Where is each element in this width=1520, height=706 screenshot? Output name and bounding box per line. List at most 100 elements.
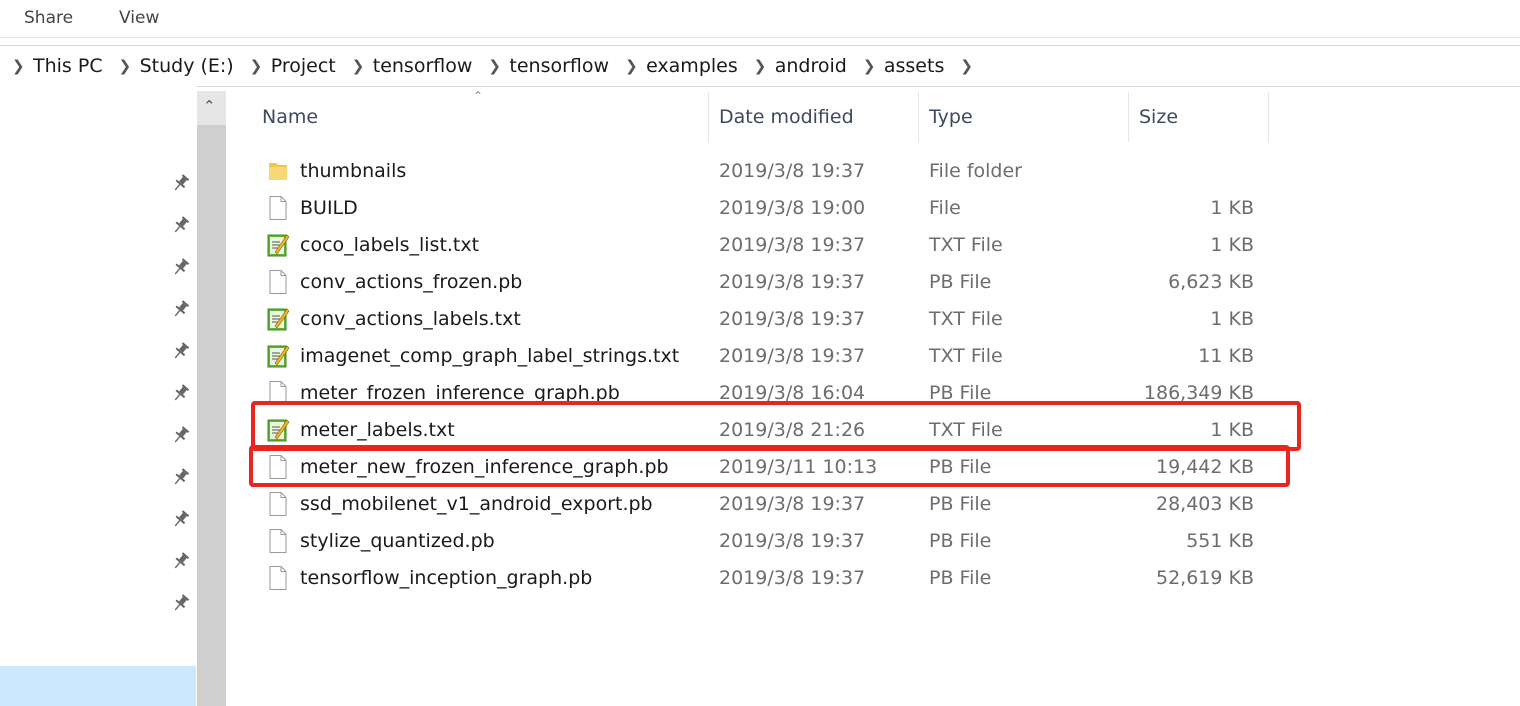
file-icon <box>266 528 290 554</box>
file-size: 1 KB <box>1210 234 1254 256</box>
chevron-right-icon[interactable]: ❯ <box>250 57 263 75</box>
file-type: PB File <box>929 530 992 552</box>
pin-icon[interactable] <box>171 299 191 319</box>
file-name: stylize_quantized.pb <box>300 530 495 552</box>
column-divider[interactable] <box>1268 92 1269 142</box>
column-divider[interactable] <box>918 92 919 142</box>
file-icon <box>266 491 290 517</box>
nav-scrollbar[interactable] <box>197 91 226 706</box>
file-row[interactable]: conv_actions_frozen.pb 2019/3/8 19:37 PB F… <box>260 264 1270 301</box>
file-date-modified: 2019/3/8 19:37 <box>719 345 866 367</box>
file-date-modified: 2019/3/8 19:37 <box>719 493 866 515</box>
file-name: coco_labels_list.txt <box>300 234 480 256</box>
file-date-modified: 2019/3/8 19:37 <box>719 308 866 330</box>
file-date-modified: 2019/3/8 19:37 <box>719 271 866 293</box>
pin-icon[interactable] <box>171 341 191 361</box>
file-name: BUILD <box>300 197 358 219</box>
file-icon <box>266 195 290 221</box>
file-date-modified: 2019/3/8 19:00 <box>719 197 866 219</box>
breadcrumb-item[interactable]: Project <box>271 55 336 77</box>
chevron-right-icon[interactable]: ❯ <box>625 57 638 75</box>
file-size: 1 KB <box>1210 197 1254 219</box>
file-row[interactable]: conv_actions_labels.txt 2019/3/8 19:37 TXT… <box>260 301 1270 338</box>
breadcrumb: ❯ This PC ❯ Study (E:) ❯ Project ❯ tenso… <box>12 54 981 78</box>
chevron-right-icon[interactable]: ❯ <box>754 57 767 75</box>
pin-icon[interactable] <box>171 551 191 571</box>
highlight-box <box>249 445 1290 487</box>
file-row[interactable]: stylize_quantized.pb 2019/3/8 19:37 PB Fil… <box>260 523 1270 560</box>
file-row[interactable]: BUILD 2019/3/8 19:00 File 1 KB <box>260 190 1270 227</box>
file-date-modified: 2019/3/8 19:37 <box>719 234 866 256</box>
highlight-box <box>251 401 1301 451</box>
nav-selected-item[interactable] <box>0 666 196 706</box>
file-type: PB File <box>929 271 992 293</box>
ribbon-tab-share[interactable]: Share <box>24 8 73 28</box>
folder-icon <box>266 158 290 184</box>
column-header-type[interactable]: Type <box>929 106 973 128</box>
text-file-icon <box>266 232 290 258</box>
file-icon <box>266 565 290 591</box>
file-type: TXT File <box>929 308 1003 330</box>
text-file-icon <box>266 343 290 369</box>
column-header-name[interactable]: Name <box>262 106 318 128</box>
file-name: ssd_mobilenet_v1_android_export.pb <box>300 493 653 515</box>
breadcrumb-item[interactable]: tensorflow <box>373 55 473 77</box>
file-size: 1 KB <box>1210 308 1254 330</box>
file-type: File <box>929 197 961 219</box>
chevron-up-icon: ⌃ <box>203 97 216 115</box>
column-header-row: Name Date modified Type Size <box>240 92 1270 142</box>
pin-icon[interactable] <box>171 215 191 235</box>
text-file-icon <box>266 306 290 332</box>
pin-icon[interactable] <box>171 257 191 277</box>
chevron-right-icon[interactable]: ❯ <box>488 57 501 75</box>
breadcrumb-item[interactable]: tensorflow <box>509 55 609 77</box>
column-header-size[interactable]: Size <box>1139 106 1178 128</box>
file-name: tensorflow_inception_graph.pb <box>300 567 593 589</box>
file-name: thumbnails <box>300 160 407 182</box>
file-size: 551 KB <box>1186 530 1254 552</box>
file-row[interactable]: thumbnails 2019/3/8 19:37 File folder <box>260 153 1270 190</box>
breadcrumb-item[interactable]: assets <box>884 55 944 77</box>
breadcrumb-item[interactable]: android <box>775 55 847 77</box>
address-bar[interactable]: ❯ This PC ❯ Study (E:) ❯ Project ❯ tenso… <box>0 45 1520 87</box>
breadcrumb-item[interactable]: This PC <box>33 55 103 77</box>
file-size: 6,623 KB <box>1168 271 1254 293</box>
file-row[interactable]: imagenet_comp_graph_label_strings.txt 201… <box>260 338 1270 375</box>
file-type: TXT File <box>929 345 1003 367</box>
chevron-right-icon[interactable]: ❯ <box>352 57 365 75</box>
pin-icon[interactable] <box>171 425 191 445</box>
file-size: 11 KB <box>1198 345 1254 367</box>
breadcrumb-item[interactable]: examples <box>646 55 738 77</box>
file-size: 28,403 KB <box>1155 493 1254 515</box>
column-divider[interactable] <box>708 92 709 142</box>
file-type: PB File <box>929 493 992 515</box>
file-size: 52,619 KB <box>1155 567 1254 589</box>
file-date-modified: 2019/3/8 19:37 <box>719 160 866 182</box>
file-row[interactable]: tensorflow_inception_graph.pb 2019/3/8 19… <box>260 560 1270 597</box>
file-date-modified: 2019/3/8 19:37 <box>719 530 866 552</box>
file-icon <box>266 269 290 295</box>
file-row[interactable]: ssd_mobilenet_v1_android_export.pb 2019/3… <box>260 486 1270 523</box>
pin-icon[interactable] <box>171 467 191 487</box>
chevron-right-icon[interactable]: ❯ <box>960 57 973 75</box>
file-name: conv_actions_labels.txt <box>300 308 521 330</box>
file-type: PB File <box>929 567 992 589</box>
file-type: File folder <box>929 160 1022 182</box>
pin-icon[interactable] <box>171 509 191 529</box>
pin-icon[interactable] <box>171 593 191 613</box>
pin-icon[interactable] <box>171 173 191 193</box>
file-name: imagenet_comp_graph_label_strings.txt <box>300 345 680 367</box>
scroll-up-button[interactable]: ⌃ <box>197 91 226 125</box>
breadcrumb-item[interactable]: Study (E:) <box>140 55 234 77</box>
chevron-right-icon[interactable]: ❯ <box>863 57 876 75</box>
ribbon-tab-view[interactable]: View <box>119 8 159 28</box>
file-name: conv_actions_frozen.pb <box>300 271 523 293</box>
chevron-right-icon[interactable]: ❯ <box>12 57 25 75</box>
file-row[interactable]: coco_labels_list.txt 2019/3/8 19:37 TXT Fi… <box>260 227 1270 264</box>
column-header-date[interactable]: Date modified <box>719 106 854 128</box>
pin-icon[interactable] <box>171 383 191 403</box>
column-divider[interactable] <box>1128 92 1129 142</box>
ribbon: Share View <box>0 0 1520 38</box>
chevron-right-icon[interactable]: ❯ <box>119 57 132 75</box>
file-type: TXT File <box>929 234 1003 256</box>
